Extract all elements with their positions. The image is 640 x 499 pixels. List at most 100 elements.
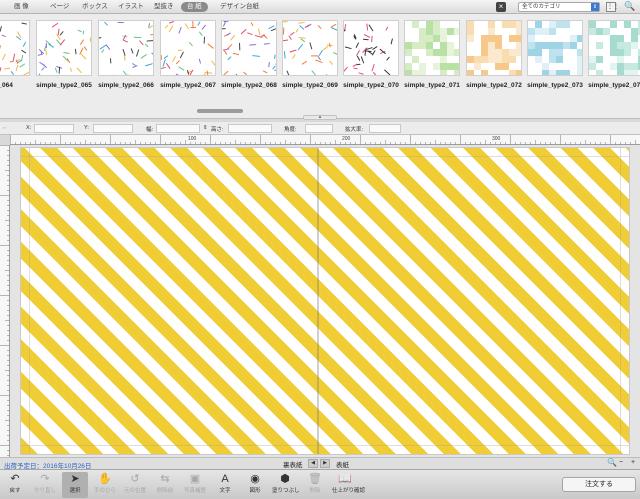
undo-icon: ↶ [10,473,20,485]
x-field[interactable] [34,124,74,133]
category-select-value: 全てのカテゴリ [522,4,561,10]
scale-field[interactable] [369,124,401,133]
tool-delete-button[interactable]: 🗑 削除 [302,472,328,498]
zoom-icon[interactable]: 🔍 [607,458,617,467]
tool-label: 文字 [219,488,231,494]
close-icon[interactable]: × [496,2,506,12]
tool-photo-adjust-button[interactable]: ▣ 写真補整 [182,472,208,498]
thumbnail-pattern [344,23,393,75]
backing-paper-thumbnail[interactable] [36,20,92,76]
tool-preview-button[interactable]: 📖 仕上がり確認 [332,472,365,498]
tool-fill-button[interactable]: ⬢ 塗りつぶし [272,472,300,498]
next-page-button[interactable]: ▶ [320,459,330,468]
zoom-in-button[interactable]: + [631,459,635,466]
order-button[interactable]: 注文する [562,477,636,492]
editing-workspace [10,145,640,457]
redo-icon: ↷ [40,473,50,485]
front-cover-label: 表紙 [336,462,349,469]
tool-label: 戻す [9,488,21,494]
cover-spread-canvas[interactable] [20,147,630,455]
backing-paper-thumbnail[interactable] [221,20,277,76]
width-field[interactable] [156,124,200,133]
scale-label: 拡大率: [345,127,364,133]
thumbnail-label: simple_type2_070 [343,82,399,89]
angle-field[interactable] [305,124,333,133]
grid-view-icon[interactable]: ⋮⋮ [606,2,619,12]
x-label: X: [26,125,32,131]
search-icon[interactable]: 🔍 [624,1,635,12]
thumbnail-pattern [161,21,215,75]
tool-swap-button[interactable]: ⇆ 削除前 [152,472,178,498]
thumbnail-label: simple_type2_069 [282,82,338,89]
thumbnail-label: simple_type2_066 [98,82,154,89]
tab-page[interactable]: ページ [44,2,75,12]
ruler-corner-icon: ⇔ [2,125,8,131]
y-label: Y: [84,125,89,131]
preview-icon: 📖 [338,473,352,485]
y-field[interactable] [93,124,133,133]
thumbnail-label: simple_type2_068 [221,82,277,89]
backing-paper-thumbnail[interactable] [343,20,399,76]
thumbnail-pattern [405,21,459,75]
tool-select-button[interactable]: ➤ 選択 [62,472,88,498]
bottom-toolbar: ↶ 戻す ↷ やり直し ➤ 選択 ✋ 手のひら ↺ 元の位置 ⇆ 削除前 ▣ 写真補整 A 文字 ◉ 図形 ⬢ 塗りつ… [0,469,640,499]
collapse-panel-handle[interactable]: ▴ [303,115,337,120]
height-field[interactable] [228,124,272,133]
guide-line [21,445,629,446]
backing-paper-thumbnail[interactable] [588,20,640,76]
backing-paper-thumbnail[interactable] [0,20,30,76]
guide-line [21,156,629,157]
aspect-lock-icon[interactable]: ⇕ [203,125,208,131]
backing-paper-thumbnail[interactable] [466,20,522,76]
tool-label: 塗りつぶし [272,488,300,494]
thumbnail-label: simple_type2_067 [160,82,216,89]
tool-hand-button[interactable]: ✋ 手のひら [92,472,118,498]
tab-illustration[interactable]: イラスト [112,2,150,12]
tool-text-button[interactable]: A 文字 [212,472,238,498]
thumbnail-pattern [222,21,276,75]
text-icon: A [221,473,229,485]
tool-shape-button[interactable]: ◉ 図形 [242,472,268,498]
thumbnail-pattern [589,21,640,75]
tab-design-backing-paper[interactable]: デザイン台紙 [214,2,265,12]
photo-adjust-icon: ▣ [189,473,201,485]
backing-paper-thumbnail-strip: e2_064 simple_type2_065 simple_type2_066 si… [0,14,640,119]
thumbnail-label: e2_064 [0,82,13,89]
thumbnail-scrollbar[interactable] [197,109,243,113]
backing-paper-thumbnail[interactable] [98,20,154,76]
thumbnail-pattern [37,22,91,75]
category-tab-bar: 画 像 ページ ボックス イラスト 型抜き 台 紙 デザイン台紙 × 全てのカテ… [0,0,640,14]
backing-paper-thumbnail[interactable] [404,20,460,76]
guide-line [620,148,621,454]
spine-line [317,148,319,454]
tool-label: 削除前 [156,488,174,494]
backing-paper-thumbnail[interactable] [160,20,216,76]
backing-paper-thumbnail[interactable] [527,20,583,76]
thumbnail-pattern [0,22,29,75]
status-bar: 出荷予定日：2016年10月26日 裏表紙 ◀ ▶ 表紙 🔍 − + [0,457,640,470]
tab-backing-paper[interactable]: 台 紙 [181,2,208,12]
thumbnail-pattern [99,21,153,75]
category-select[interactable]: 全てのカテゴリ ⇕ [518,2,600,12]
tab-images[interactable]: 画 像 [8,2,35,12]
thumbnail-pattern [528,21,582,75]
tool-redo-button[interactable]: ↷ やり直し [32,472,58,498]
backing-paper-thumbnail[interactable] [282,20,338,76]
vertical-ruler [0,145,10,457]
tool-original-position-button[interactable]: ↺ 元の位置 [122,472,148,498]
height-label: 高さ: [211,127,224,133]
hand-icon: ✋ [98,473,112,485]
ruler-label-300: 300 [492,136,501,142]
zoom-out-button[interactable]: − [619,459,623,466]
fill-icon: ⬢ [280,473,290,485]
tab-die-cut[interactable]: 型抜き [148,2,180,12]
thumbnail-label: simple_type2_073 [527,82,583,89]
prev-page-button[interactable]: ◀ [308,459,318,468]
tool-label: 写真補整 [183,488,206,494]
select-icon: ➤ [70,473,80,485]
tab-box[interactable]: ボックス [76,2,114,12]
back-cover-label: 裏表紙 [283,462,303,469]
width-label: 幅: [146,127,154,133]
tool-undo-button[interactable]: ↶ 戻す [2,472,28,498]
position-size-bar: ⇔ X: Y: 幅: ⇕ 高さ: 角度: 拡大率: [0,122,640,135]
